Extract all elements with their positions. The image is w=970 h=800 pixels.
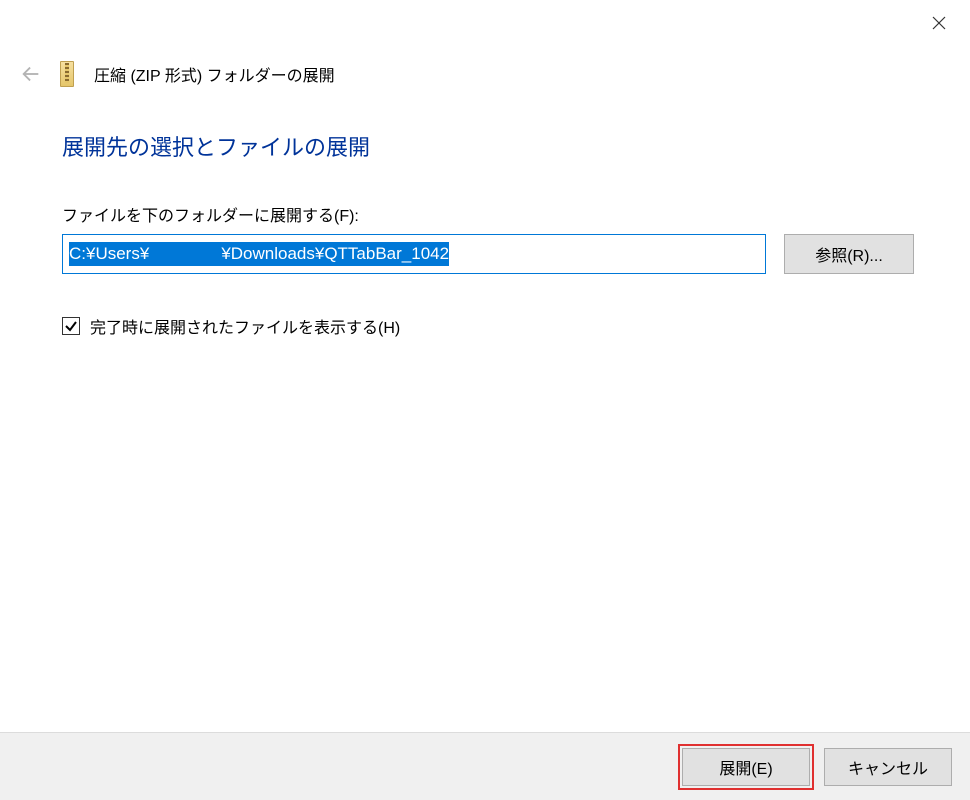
show-files-checkbox[interactable]	[62, 317, 80, 335]
checkmark-icon	[64, 319, 78, 333]
content-area: 展開先の選択とファイルの展開 ファイルを下のフォルダーに展開する(F): C:¥…	[62, 130, 914, 338]
destination-input[interactable]: C:¥Users¥ ¥Downloads¥QTTabBar_1042	[62, 234, 766, 274]
cancel-button-label: キャンセル	[848, 755, 928, 779]
extract-button[interactable]: 展開(E)	[682, 748, 810, 786]
destination-row: C:¥Users¥ ¥Downloads¥QTTabBar_1042 参照(R).…	[62, 234, 914, 274]
zip-folder-icon	[60, 60, 82, 88]
path-suffix: ¥Downloads¥QTTabBar_1042	[221, 242, 449, 266]
back-arrow-icon	[20, 63, 42, 85]
close-icon	[932, 16, 946, 30]
browse-button-label: 参照(R)...	[815, 242, 883, 266]
close-button[interactable]	[926, 10, 952, 36]
footer-bar: 展開(E) キャンセル	[0, 732, 970, 800]
browse-button[interactable]: 参照(R)...	[784, 234, 914, 274]
show-files-checkbox-label: 完了時に展開されたファイルを表示する(H)	[90, 314, 400, 338]
extract-button-label: 展開(E)	[719, 755, 772, 779]
back-button	[18, 61, 44, 87]
show-files-checkbox-row: 完了時に展開されたファイルを表示する(H)	[62, 314, 914, 338]
destination-input-selection: C:¥Users¥ ¥Downloads¥QTTabBar_1042	[69, 242, 449, 266]
section-heading: 展開先の選択とファイルの展開	[62, 130, 914, 162]
wizard-header: 圧縮 (ZIP 形式) フォルダーの展開	[18, 60, 950, 88]
wizard-title: 圧縮 (ZIP 形式) フォルダーの展開	[94, 62, 335, 86]
destination-label: ファイルを下のフォルダーに展開する(F):	[62, 202, 914, 226]
path-prefix: C:¥Users¥	[69, 242, 149, 266]
cancel-button[interactable]: キャンセル	[824, 748, 952, 786]
